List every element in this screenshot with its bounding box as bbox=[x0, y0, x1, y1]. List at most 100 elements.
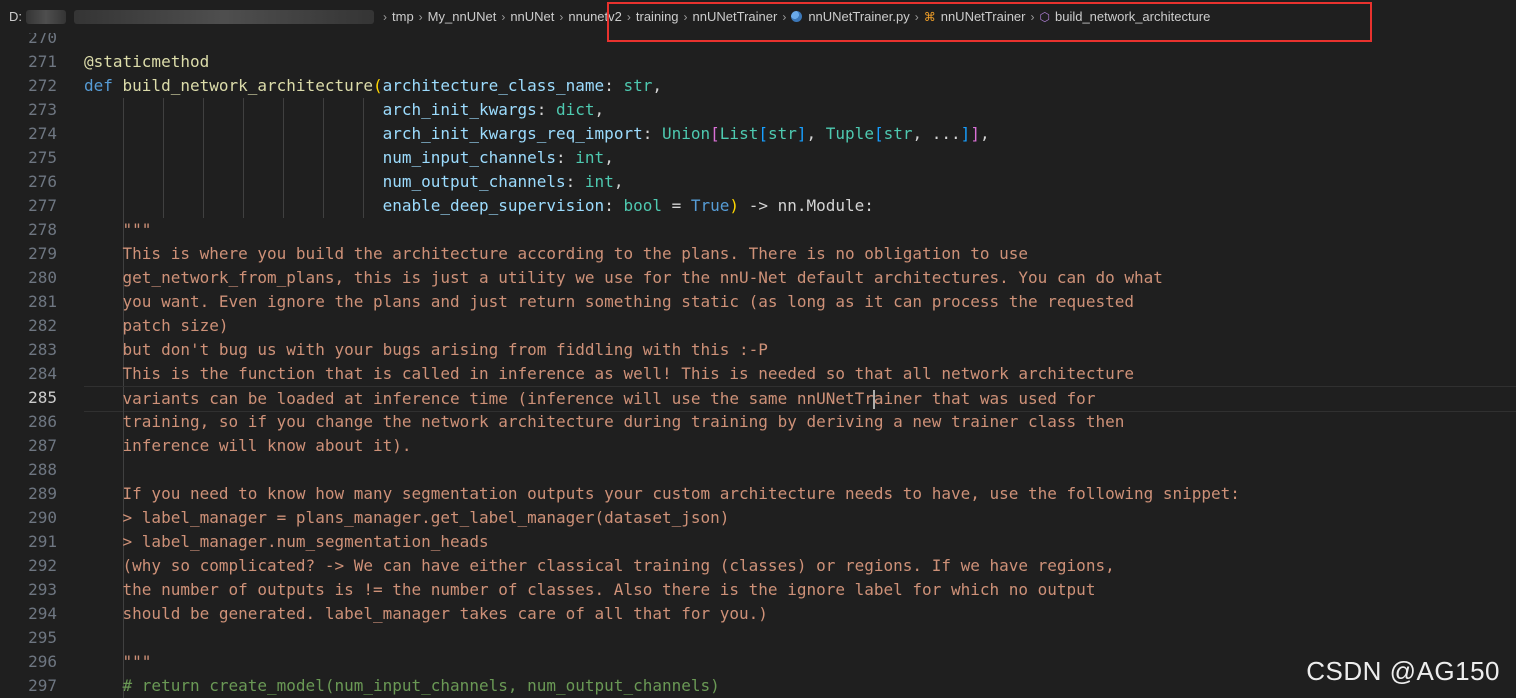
code-token: , bbox=[613, 172, 624, 191]
code-line[interactable]: 287 inference will know about it). bbox=[0, 434, 1516, 458]
code-token: num_input_channels bbox=[382, 148, 557, 167]
line-number: 294 bbox=[28, 604, 57, 623]
code-token: This is the function that is called in i… bbox=[122, 364, 1134, 383]
line-number: 279 bbox=[28, 244, 57, 263]
code-line[interactable]: 296 """ bbox=[0, 650, 1516, 674]
code-token: , bbox=[652, 76, 662, 95]
line-number: 287 bbox=[28, 436, 57, 455]
code-token: int bbox=[575, 148, 605, 167]
code-content: training, so if you change the network a… bbox=[84, 410, 1516, 434]
code-line[interactable]: 295 bbox=[0, 626, 1516, 650]
line-number: 293 bbox=[28, 580, 57, 599]
code-content: inference will know about it). bbox=[84, 434, 1516, 458]
code-token: str bbox=[883, 124, 913, 143]
code-line[interactable]: 291 > label_manager.num_segmentation_hea… bbox=[0, 530, 1516, 554]
code-line[interactable]: 281 you want. Even ignore the plans and … bbox=[0, 290, 1516, 314]
breadcrumb-item-method[interactable]: ⬡ build_network_architecture bbox=[1040, 9, 1211, 24]
watermark: CSDN @AG150 bbox=[1306, 656, 1500, 686]
line-number: 296 bbox=[28, 652, 57, 671]
code-line[interactable]: 284 This is the function that is called … bbox=[0, 362, 1516, 386]
breadcrumb-separator: › bbox=[559, 9, 564, 24]
code-token: str bbox=[623, 76, 653, 95]
code-token: This is where you build the architecture… bbox=[122, 244, 1029, 263]
code-content: you want. Even ignore the plans and just… bbox=[84, 290, 1516, 314]
code-text: If you need to know how many segmentatio… bbox=[84, 482, 1240, 506]
code-line[interactable]: 283 but don't bug us with your bugs aris… bbox=[0, 338, 1516, 362]
code-line[interactable]: 277 enable_deep_supervision: bool = True… bbox=[0, 194, 1516, 218]
code-line[interactable]: 289 If you need to know how many segment… bbox=[0, 482, 1516, 506]
code-text: get_network_from_plans, this is just a u… bbox=[84, 266, 1163, 290]
code-text: """ bbox=[84, 218, 152, 242]
code-content: If you need to know how many segmentatio… bbox=[84, 482, 1516, 506]
line-number: 289 bbox=[28, 484, 57, 503]
breadcrumb-item-nnunetv2[interactable]: nnunetv2 bbox=[568, 9, 622, 24]
code-text: arch_init_kwargs_req_import: Union[List[… bbox=[84, 122, 990, 146]
breadcrumb-item-nnunet[interactable]: nnUNet bbox=[510, 9, 554, 24]
code-token: If you need to know how many segmentatio… bbox=[122, 484, 1240, 503]
code-token: str bbox=[767, 124, 797, 143]
code-line[interactable]: 297 # return create_model(num_input_chan… bbox=[0, 674, 1516, 698]
code-token: ] bbox=[960, 124, 971, 143]
code-line[interactable]: 271 @staticmethod bbox=[0, 50, 1516, 74]
code-content: num_input_channels: int, bbox=[84, 146, 1516, 170]
code-line[interactable]: 279 This is where you build the architec… bbox=[0, 242, 1516, 266]
code-token: : bbox=[536, 100, 557, 119]
code-line[interactable]: 276 num_output_channels: int, bbox=[0, 170, 1516, 194]
line-number: 284 bbox=[28, 364, 57, 383]
code-line[interactable]: 294 should be generated. label_manager t… bbox=[0, 602, 1516, 626]
line-number: 286 bbox=[28, 412, 57, 431]
code-token: """ bbox=[122, 220, 152, 239]
code-line[interactable]: 273 arch_init_kwargs: dict, bbox=[0, 98, 1516, 122]
breadcrumb-item-class[interactable]: ⌘ nnUNetTrainer bbox=[924, 9, 1026, 24]
breadcrumb-item-training[interactable]: training bbox=[636, 9, 679, 24]
breadcrumb-method-label: build_network_architecture bbox=[1054, 9, 1211, 24]
code-line[interactable]: 280 get_network_from_plans, this is just… bbox=[0, 266, 1516, 290]
breadcrumb-item-nnunettrainer-folder[interactable]: nnUNetTrainer bbox=[693, 9, 778, 24]
line-number: 281 bbox=[28, 292, 57, 311]
breadcrumb-separator: › bbox=[1030, 9, 1035, 24]
code-content: get_network_from_plans, this is just a u… bbox=[84, 266, 1516, 290]
code-line[interactable]: 272 def build_network_architecture(archit… bbox=[0, 74, 1516, 98]
code-text: def build_network_architecture(architect… bbox=[84, 74, 662, 98]
class-symbol-icon: ⌘ bbox=[923, 9, 936, 24]
code-line[interactable]: 275 num_input_channels: int, bbox=[0, 146, 1516, 170]
breadcrumb-class-label: nnUNetTrainer bbox=[940, 9, 1026, 24]
code-line[interactable]: 282 patch size) bbox=[0, 314, 1516, 338]
code-line[interactable]: 278 """ bbox=[0, 218, 1516, 242]
code-text: This is the function that is called in i… bbox=[84, 362, 1134, 386]
breadcrumb-drive[interactable]: D: bbox=[9, 9, 22, 24]
breadcrumb-item-tmp[interactable]: tmp bbox=[392, 9, 414, 24]
line-number: 297 bbox=[28, 676, 57, 695]
code-line[interactable]: 285 variants can be loaded at inference … bbox=[0, 386, 1516, 412]
breadcrumb-item-my-nnunet[interactable]: My_nnUNet bbox=[428, 9, 497, 24]
code-line[interactable]: 292 (why so complicated? -> We can have … bbox=[0, 554, 1516, 578]
code-token: you want. Even ignore the plans and just… bbox=[122, 292, 1134, 311]
code-token: the number of outputs is != the number o… bbox=[122, 580, 1096, 599]
code-line[interactable]: 288 bbox=[0, 458, 1516, 482]
code-token: inference will know about it). bbox=[122, 436, 412, 455]
breadcrumb-separator: › bbox=[418, 9, 423, 24]
code-text: inference will know about it). bbox=[84, 434, 412, 458]
code-line[interactable]: 274 arch_init_kwargs_req_import: Union[L… bbox=[0, 122, 1516, 146]
code-line[interactable]: 293 the number of outputs is != the numb… bbox=[0, 578, 1516, 602]
code-line[interactable]: 286 training, so if you change the netwo… bbox=[0, 410, 1516, 434]
code-token: (why so complicated? -> We can have eith… bbox=[122, 556, 1115, 575]
code-content: This is where you build the architecture… bbox=[84, 242, 1516, 266]
line-number: 273 bbox=[28, 100, 57, 119]
breadcrumb-separator: › bbox=[782, 9, 787, 24]
breadcrumb-item-file[interactable]: nnUNetTrainer.py bbox=[791, 9, 910, 24]
code-line[interactable]: 290 > label_manager = plans_manager.get_… bbox=[0, 506, 1516, 530]
code-editor[interactable]: 270 271 @staticmethod 272 def build_network_… bbox=[0, 26, 1516, 698]
code-text: but don't bug us with your bugs arising … bbox=[84, 338, 768, 362]
code-token: -> nn.Module: bbox=[739, 196, 874, 215]
